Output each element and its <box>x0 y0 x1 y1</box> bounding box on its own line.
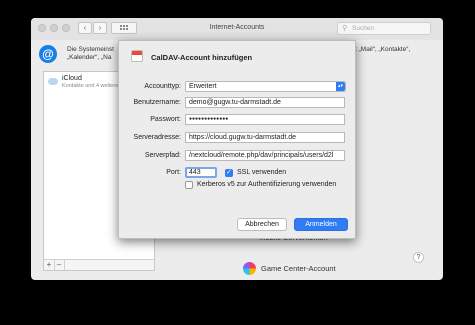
port-label: Port: <box>166 169 181 176</box>
select-arrows-icon: ▴▾ <box>336 82 345 91</box>
search-field[interactable]: ⚲ Suchen <box>337 22 431 35</box>
server-address-label: Serveradresse: <box>133 134 181 141</box>
sign-in-button[interactable]: Anmelden <box>294 218 348 231</box>
calendar-icon <box>131 50 143 62</box>
username-label: Benutzername: <box>133 99 181 106</box>
sheet-title: CalDAV-Account hinzufügen <box>151 53 253 62</box>
sidebar-toolbar: + – <box>44 259 154 270</box>
password-field[interactable]: ●●●●●●●●●●●●● <box>185 114 345 125</box>
account-type-select[interactable]: Erweitert ▴▾ <box>185 81 346 92</box>
cloud-icon <box>48 78 58 85</box>
server-path-field[interactable]: /nextcloud/remote.php/dav/principals/use… <box>185 150 345 161</box>
game-center-icon <box>243 262 256 275</box>
server-path-label: Serverpfad: <box>144 152 181 159</box>
kerberos-label: Kerberos v5 zur Authentifizierung verwen… <box>197 181 337 188</box>
search-icon: ⚲ <box>342 25 348 32</box>
account-type-value: Erweitert <box>189 83 217 90</box>
add-caldav-account-sheet: CalDAV-Account hinzufügen Accounttyp: Er… <box>118 40 356 239</box>
header-right-line-1: t „Mail“, „Kontakte“, <box>355 46 411 53</box>
port-field[interactable]: 443 <box>185 167 217 178</box>
cancel-button[interactable]: Abbrechen <box>237 218 287 231</box>
title-bar: ‹ › Internet-Accounts ⚲ Suchen <box>31 18 443 41</box>
ssl-label: SSL verwenden <box>237 169 287 176</box>
kerberos-checkbox[interactable] <box>185 181 193 189</box>
sidebar-item-label: iCloud <box>62 75 82 82</box>
game-center-account[interactable]: Game Center-Account <box>261 264 336 273</box>
remove-account-button[interactable]: – <box>54 260 65 270</box>
help-button[interactable]: ? <box>413 252 424 263</box>
password-label: Passwort: <box>150 116 181 123</box>
ssl-checkbox[interactable]: ✓ <box>225 169 233 177</box>
search-placeholder: Suchen <box>352 25 375 32</box>
server-address-field[interactable]: https://cloud.gugw.tu-darmstadt.de <box>185 132 345 143</box>
account-type-label: Accounttyp: <box>144 83 181 90</box>
username-field[interactable]: demo@gugw.tu-darmstadt.de <box>185 97 345 108</box>
header-description-right: t „Mail“, „Kontakte“, <box>355 46 410 54</box>
at-sign-icon: @ <box>39 45 57 63</box>
